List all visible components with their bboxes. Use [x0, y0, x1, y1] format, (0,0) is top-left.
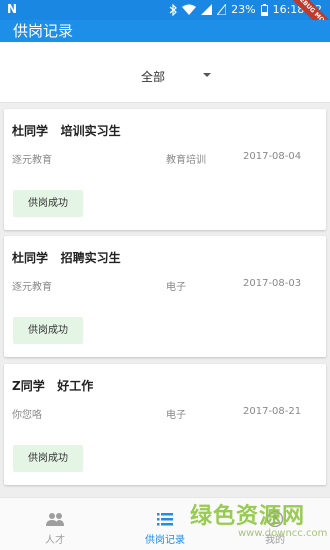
status-badge: 供岗成功 — [13, 317, 83, 344]
status-badge: 供岗成功 — [13, 445, 83, 472]
record-card[interactable]: Z同学 好工作 你您咯 电子 2017-08-21 供岗成功 — [4, 364, 326, 485]
nav-item-talent[interactable]: 人才 — [0, 498, 110, 550]
record-date: 2017-08-03 — [243, 278, 302, 289]
watermark: 绿色资源网 www.downcc.com — [190, 498, 327, 546]
record-title: 杜同学 招聘实习生 — [12, 249, 121, 266]
status-bar: N 23% 16:18:22 DEBUG MODE — [0, 0, 330, 41]
record-category: 电子 — [166, 282, 186, 293]
people-icon — [45, 511, 65, 527]
record-card[interactable]: 杜同学 培训实习生 逐元教育 教育培训 2017-08-04 供岗成功 — [4, 109, 326, 230]
record-name: 杜同学 — [12, 251, 49, 265]
watermark-text: 绿色资源网 — [190, 504, 306, 529]
filter-bar: 全部 — [0, 42, 330, 103]
record-card[interactable]: 杜同学 招聘实习生 逐元教育 电子 2017-08-03 供岗成功 — [4, 236, 326, 357]
status-badge: 供岗成功 — [13, 190, 83, 217]
record-position: 招聘实习生 — [60, 251, 121, 265]
page-title: 供岗记录 — [13, 22, 74, 40]
signal-icon — [201, 4, 213, 15]
list-icon — [155, 511, 175, 527]
bluetooth-icon — [169, 3, 178, 16]
record-org: 你您咯 — [12, 410, 42, 421]
battery-percent: 23% — [231, 3, 256, 16]
category-filter-dropdown[interactable]: 全部 — [141, 68, 211, 85]
record-position: 好工作 — [57, 379, 94, 393]
record-date: 2017-08-04 — [243, 151, 302, 162]
record-category: 教育培训 — [166, 155, 206, 166]
wifi-icon — [182, 4, 197, 15]
nav-label: 人才 — [45, 535, 65, 546]
watermark-url: www.downcc.com — [238, 528, 328, 539]
record-name: Z同学 — [12, 379, 45, 393]
record-position: 培训实习生 — [60, 124, 121, 138]
record-org: 逐元教育 — [12, 155, 52, 166]
battery-icon — [260, 3, 268, 16]
dropdown-caret-icon — [203, 73, 211, 77]
app-bar: 供岗记录 — [0, 20, 330, 42]
record-name: 杜同学 — [12, 124, 49, 138]
record-title: 杜同学 培训实习生 — [12, 122, 121, 139]
record-category: 电子 — [166, 410, 186, 421]
record-title: Z同学 好工作 — [12, 377, 93, 394]
no-sim-icon — [217, 4, 227, 15]
notification-n-icon: N — [7, 2, 18, 16]
record-date: 2017-08-21 — [243, 406, 302, 417]
filter-selected-label: 全部 — [141, 70, 166, 84]
record-org: 逐元教育 — [12, 282, 52, 293]
app-screen: N 23% 16:18:22 DEBUG MODE 供岗记录 全部 杜同学 培训… — [0, 0, 330, 550]
